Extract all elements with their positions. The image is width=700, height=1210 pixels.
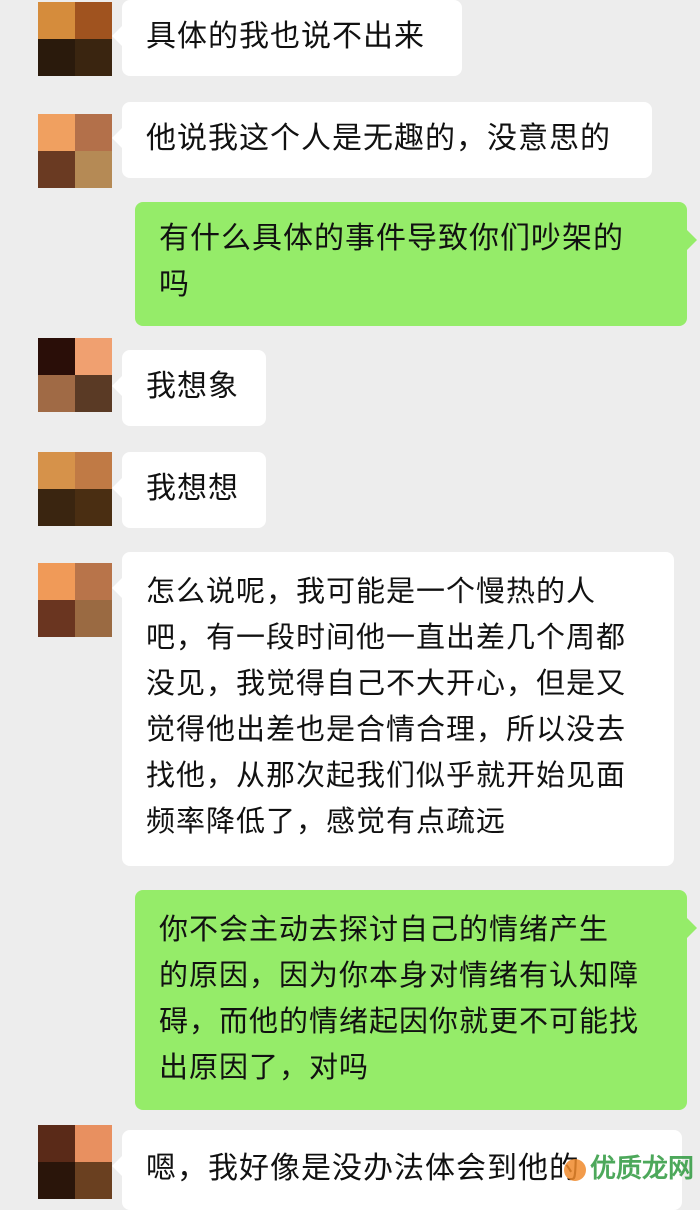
avatar[interactable] (38, 338, 112, 412)
avatar-pixel (75, 563, 112, 600)
chat-bubble-incoming[interactable]: 具体的我也说不出来 (112, 0, 462, 76)
avatar-pixel (38, 600, 75, 637)
avatar[interactable] (38, 563, 112, 637)
avatar-pixel (75, 151, 112, 188)
avatar-pixel (75, 2, 112, 39)
chat-bubble-incoming[interactable]: 怎么说呢，我可能是一个慢热的人 吧，有一段时间他一直出差几个周都 没见，我觉得自… (112, 552, 674, 866)
avatar-pixel (75, 114, 112, 151)
avatar-pixel (38, 452, 75, 489)
chat-bubble-incoming[interactable]: 我想象 (112, 350, 266, 426)
avatar[interactable] (38, 114, 112, 188)
avatar-pixel (75, 1162, 112, 1199)
avatar-pixel (38, 2, 75, 39)
avatar-pixel (75, 452, 112, 489)
chat-bubble-outgoing[interactable]: 你不会主动去探讨自己的情绪产生 的原因，因为你本身对情绪有认知障 碍，而他的情绪… (135, 890, 697, 1110)
avatar-pixel (75, 375, 112, 412)
avatar-pixel (75, 600, 112, 637)
avatar[interactable] (38, 2, 112, 76)
chat-bubble-outgoing[interactable]: 有什么具体的事件导致你们吵架的 吗 (135, 202, 697, 326)
watermark: 优质龙网 (563, 1148, 694, 1185)
watermark-logo-icon (563, 1158, 586, 1181)
avatar-pixel (75, 489, 112, 526)
avatar-pixel (38, 338, 75, 375)
avatar-pixel (75, 39, 112, 76)
avatar-pixel (38, 1125, 75, 1162)
chat-bubble-incoming[interactable]: 他说我这个人是无趣的，没意思的 (112, 102, 652, 178)
chat-bubble-incoming[interactable]: 我想想 (112, 452, 266, 528)
avatar-pixel (75, 1125, 112, 1162)
avatar-pixel (38, 489, 75, 526)
avatar-pixel (38, 1162, 75, 1199)
avatar[interactable] (38, 452, 112, 526)
avatar-pixel (38, 563, 75, 600)
avatar-pixel (38, 39, 75, 76)
avatar[interactable] (38, 1125, 112, 1199)
avatar-pixel (75, 338, 112, 375)
avatar-pixel (38, 151, 75, 188)
avatar-pixel (38, 114, 75, 151)
avatar-pixel (38, 375, 75, 412)
watermark-text: 优质龙网 (589, 1154, 694, 1184)
